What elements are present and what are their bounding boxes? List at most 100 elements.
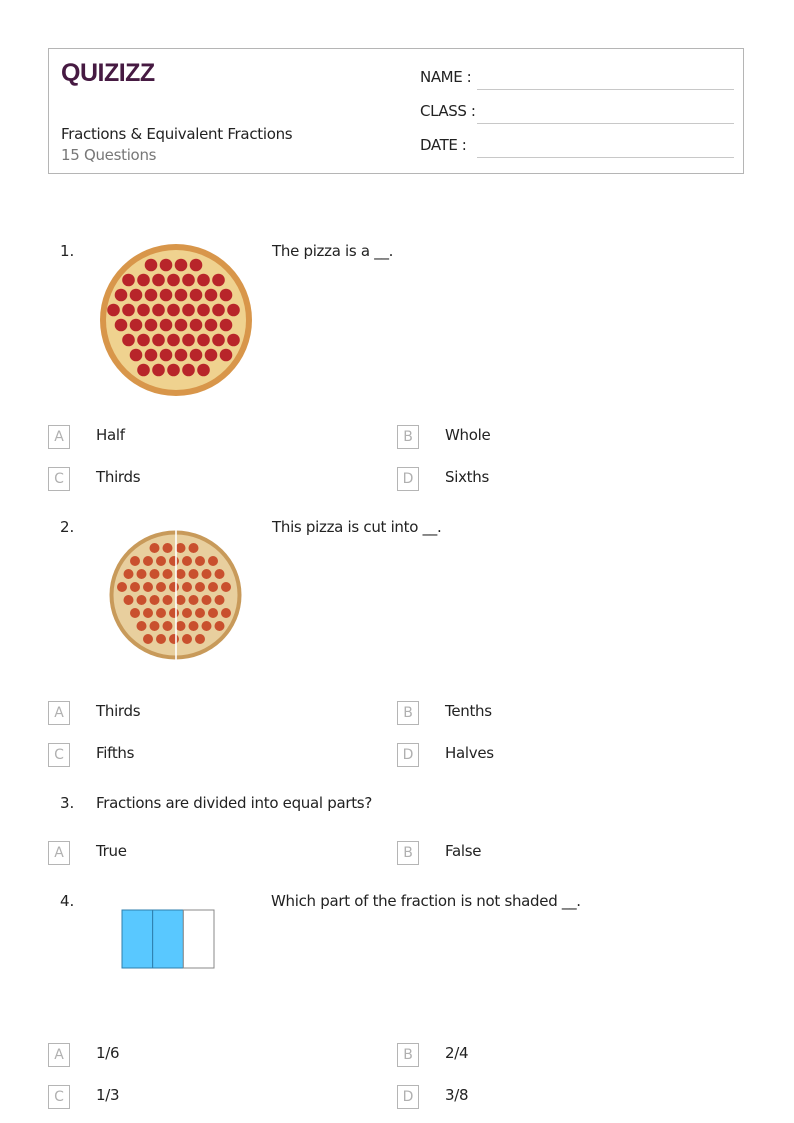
pepperoni	[167, 333, 180, 347]
pepperoni	[212, 333, 225, 347]
quiz-title: Fractions & Equivalent Fractions	[61, 125, 293, 143]
name-label: NAME :	[420, 68, 472, 86]
pepperoni	[175, 621, 186, 631]
option-b[interactable]: B Tenths	[397, 701, 697, 725]
pepperoni	[227, 303, 240, 317]
quizizz-logo: QUIZIZZ	[61, 59, 155, 87]
option-c[interactable]: C Fifths	[48, 743, 348, 767]
pepperoni	[219, 348, 233, 362]
pepperoni	[167, 303, 180, 317]
pepperoni	[159, 288, 173, 302]
pepperoni	[208, 582, 218, 592]
pepperoni	[169, 634, 179, 644]
option-text: 1/3	[96, 1086, 120, 1104]
option-text: Thirds	[96, 468, 141, 486]
pepperoni	[143, 556, 153, 566]
option-c[interactable]: C Thirds	[48, 467, 348, 491]
name-field[interactable]: NAME :	[420, 66, 734, 90]
pepperoni	[197, 273, 210, 287]
pepperoni	[144, 348, 158, 362]
pepperoni	[219, 318, 233, 332]
pepperoni	[175, 543, 186, 553]
date-label: DATE :	[420, 136, 467, 154]
pepperoni	[123, 569, 134, 579]
pepperoni	[212, 303, 225, 317]
question-text: This pizza is cut into __.	[272, 518, 442, 536]
pepperoni	[149, 595, 160, 605]
option-a[interactable]: A True	[48, 841, 348, 865]
option-a[interactable]: A 1/6	[48, 1043, 348, 1067]
class-label: CLASS :	[420, 102, 476, 120]
pepperoni	[162, 543, 173, 553]
pepperoni	[174, 258, 188, 272]
option-b[interactable]: B False	[397, 841, 697, 865]
pepperoni	[122, 333, 135, 347]
pepperoni	[182, 333, 195, 347]
pepperoni	[162, 569, 173, 579]
pepperoni	[159, 318, 173, 332]
question-text: The pizza is a __.	[272, 242, 394, 260]
pepperoni	[195, 608, 205, 618]
pepperoni	[114, 288, 128, 302]
pepperoni	[188, 543, 199, 553]
option-text: Tenths	[445, 702, 492, 720]
option-a[interactable]: A Thirds	[48, 701, 348, 725]
pepperoni	[152, 273, 165, 287]
pepperoni	[159, 258, 173, 272]
pepperoni	[129, 348, 143, 362]
pepperoni	[189, 258, 203, 272]
pepperoni	[174, 318, 188, 332]
option-letter: C	[48, 743, 70, 767]
pepperoni	[162, 595, 173, 605]
pepperoni	[143, 634, 153, 644]
option-text: 1/6	[96, 1044, 120, 1062]
date-line[interactable]	[477, 157, 734, 158]
pepperoni	[174, 288, 188, 302]
option-text: Sixths	[445, 468, 489, 486]
pepperoni	[182, 634, 192, 644]
option-letter: B	[397, 841, 419, 865]
pepperoni	[204, 288, 218, 302]
pepperoni	[152, 363, 165, 377]
pepperoni	[169, 582, 179, 592]
pepperoni	[182, 556, 192, 566]
pepperoni	[182, 582, 192, 592]
pepperoni	[149, 543, 160, 553]
option-a[interactable]: A Half	[48, 425, 348, 449]
pepperoni	[197, 363, 210, 377]
pepperoni	[182, 608, 192, 618]
pepperoni	[137, 363, 150, 377]
unshaded-part	[182, 909, 215, 969]
option-text: 3/8	[445, 1086, 469, 1104]
pepperoni	[169, 608, 179, 618]
option-letter: A	[48, 701, 70, 725]
pepperoni	[175, 595, 186, 605]
option-letter: A	[48, 425, 70, 449]
date-field[interactable]: DATE :	[420, 134, 734, 158]
name-line[interactable]	[477, 89, 734, 90]
option-b[interactable]: B 2/4	[397, 1043, 697, 1067]
question-text: Which part of the fraction is not shaded…	[271, 892, 581, 910]
option-text: Fifths	[96, 744, 135, 762]
pepperoni	[149, 621, 160, 631]
pepperoni	[195, 582, 205, 592]
pepperoni	[130, 556, 140, 566]
option-text: 2/4	[445, 1044, 469, 1062]
pepperoni	[197, 303, 210, 317]
option-c[interactable]: C 1/3	[48, 1085, 348, 1109]
pepperoni	[114, 318, 128, 332]
option-text: Halves	[445, 744, 494, 762]
pepperoni	[227, 333, 240, 347]
pepperoni	[122, 303, 135, 317]
option-b[interactable]: B Whole	[397, 425, 697, 449]
class-line[interactable]	[477, 123, 734, 124]
class-field[interactable]: CLASS :	[420, 100, 734, 124]
option-d[interactable]: D Sixths	[397, 467, 697, 491]
pepperoni	[169, 556, 179, 566]
pepperoni	[174, 348, 188, 362]
option-d[interactable]: D Halves	[397, 743, 697, 767]
option-text: Whole	[445, 426, 491, 444]
option-d[interactable]: D 3/8	[397, 1085, 697, 1109]
worksheet-header: QUIZIZZ Fractions & Equivalent Fractions…	[48, 48, 744, 174]
pepperoni	[204, 318, 218, 332]
